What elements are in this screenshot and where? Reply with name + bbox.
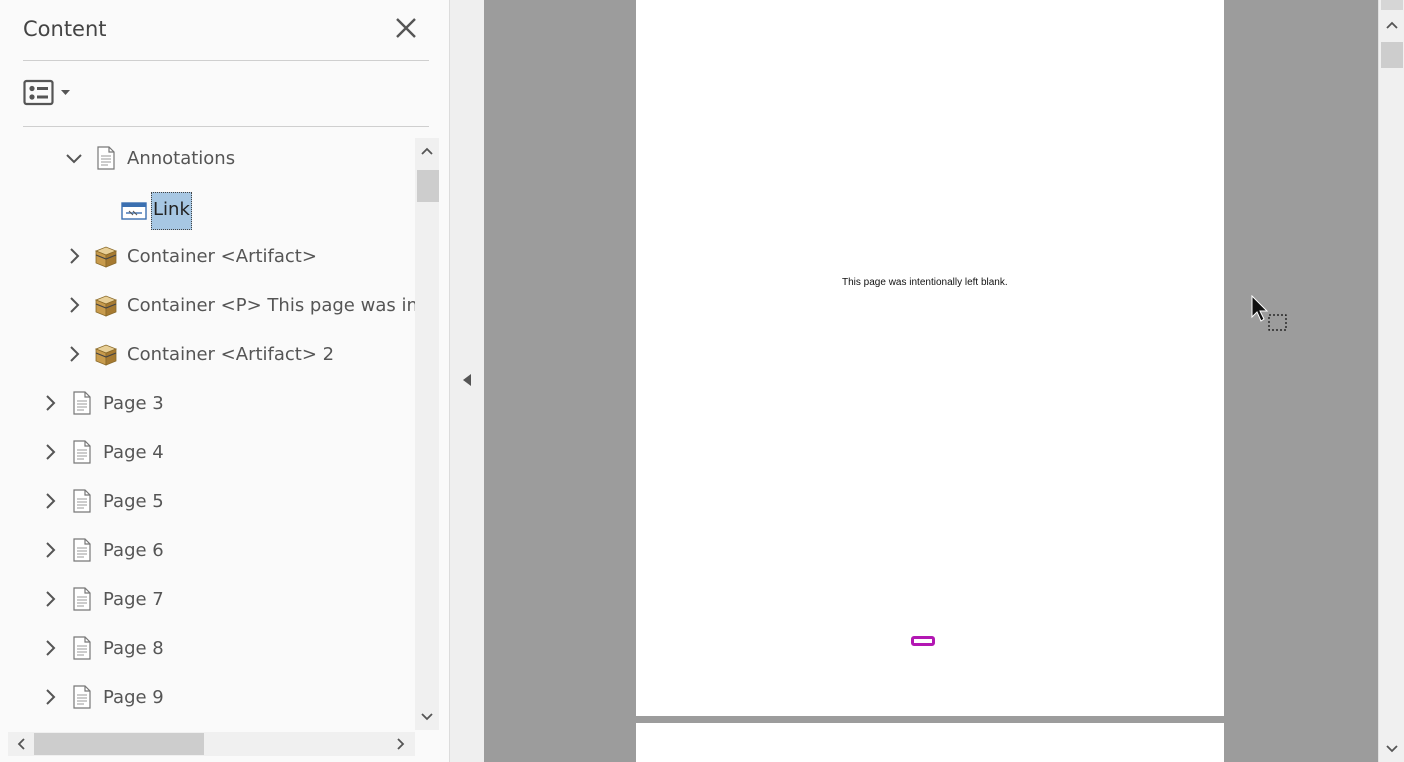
panel-title: Content	[23, 17, 107, 41]
scroll-down-button[interactable]	[1379, 738, 1404, 760]
document-page[interactable]: This page was intentionally left blank.	[636, 0, 1287, 716]
tree-item-label: Page 5	[103, 490, 164, 512]
tree-item-page-6[interactable]: Page 6	[40, 530, 164, 570]
close-panel-button[interactable]	[393, 15, 419, 41]
scroll-thumb[interactable]	[417, 170, 439, 202]
chevron-left-icon	[17, 738, 25, 750]
tree-item-page-4[interactable]: Page 4	[40, 432, 164, 472]
next-document-page[interactable]	[636, 723, 1224, 762]
tree-horizontal-scrollbar[interactable]	[8, 732, 415, 756]
tree-item-page-3[interactable]: Page 3	[40, 383, 164, 423]
chevron-right-icon[interactable]	[40, 442, 60, 462]
scroll-up-button[interactable]	[415, 140, 439, 162]
page-text: This page was intentionally left blank.	[842, 277, 1008, 288]
page-icon	[73, 489, 91, 513]
container-box-icon	[94, 295, 118, 317]
tree-item-label: Page 7	[103, 588, 164, 610]
chevron-right-icon	[397, 738, 405, 750]
tree-item-label: Page 4	[103, 441, 164, 463]
caret-left-icon	[463, 374, 471, 386]
chevron-down-icon	[421, 713, 433, 721]
tree-item-label: Container <P> This page was intentionall…	[127, 294, 415, 316]
page-icon	[73, 538, 91, 562]
page-icon	[97, 146, 115, 170]
tree-item-label: Link	[151, 192, 192, 230]
page-icon	[73, 685, 91, 709]
tree-item-label: Container <Artifact> 2	[127, 343, 335, 365]
tree-item-link[interactable]: Link	[121, 187, 192, 235]
chevron-up-icon	[1386, 21, 1398, 29]
chevron-right-icon[interactable]	[40, 589, 60, 609]
page-icon	[73, 391, 91, 415]
tree-item-label: Page 9	[103, 686, 164, 708]
chevron-right-icon[interactable]	[40, 393, 60, 413]
page-icon	[73, 587, 91, 611]
chevron-right-icon[interactable]	[40, 638, 60, 658]
close-icon	[396, 18, 416, 38]
tree-item-page-8[interactable]: Page 8	[40, 628, 164, 668]
page-icon	[73, 636, 91, 660]
tree-item-container-artifact[interactable]: Container <Artifact>	[64, 236, 317, 276]
tree-item-page-9[interactable]: Page 9	[40, 677, 164, 717]
chevron-down-icon	[1386, 745, 1398, 753]
divider	[23, 60, 429, 61]
tree-item-label: Page 8	[103, 637, 164, 659]
tree-item-label: Page 3	[103, 392, 164, 414]
scroll-down-button[interactable]	[415, 706, 439, 728]
container-box-icon	[94, 246, 118, 268]
chevron-right-icon[interactable]	[40, 540, 60, 560]
chevron-right-icon[interactable]	[64, 295, 84, 315]
tree-item-container-p[interactable]: Container <P> This page was intentionall…	[64, 285, 415, 325]
tree-item-page-5[interactable]: Page 5	[40, 481, 164, 521]
link-annotation-icon	[121, 202, 147, 220]
divider	[23, 126, 429, 127]
tree-vertical-scrollbar[interactable]	[415, 138, 439, 730]
document-view[interactable]: This page was intentionally left blank.	[484, 0, 1378, 762]
tree-item-container-artifact-2[interactable]: Container <Artifact> 2	[64, 334, 334, 374]
link-annotation-marker[interactable]	[911, 636, 935, 646]
page-icon	[73, 440, 91, 464]
tree-item-page-7[interactable]: Page 7	[40, 579, 164, 619]
scroll-thumb[interactable]	[1381, 42, 1403, 68]
container-box-icon	[94, 344, 118, 366]
document-vertical-scrollbar[interactable]	[1378, 0, 1404, 762]
list-options-icon	[23, 79, 70, 106]
tree-item-label: Page 6	[103, 539, 164, 561]
content-panel: Content Annotations Link Container <Arti…	[0, 0, 450, 762]
scroll-left-button[interactable]	[10, 732, 32, 756]
chevron-down-icon[interactable]	[64, 148, 84, 168]
content-tree: Annotations Link Container <Artifact> Co…	[0, 138, 415, 728]
options-menu-button[interactable]	[23, 79, 75, 107]
scroll-track-cap	[1381, 0, 1403, 10]
tree-item-label: Annotations	[127, 147, 236, 169]
scroll-right-button[interactable]	[390, 732, 412, 756]
chevron-up-icon	[421, 147, 433, 155]
chevron-right-icon[interactable]	[64, 246, 84, 266]
scroll-thumb[interactable]	[34, 733, 204, 755]
chevron-right-icon[interactable]	[40, 491, 60, 511]
mouse-cursor-icon	[1251, 295, 1287, 331]
tree-item-label: Container <Artifact>	[127, 245, 317, 267]
scroll-up-button[interactable]	[1379, 14, 1404, 36]
chevron-right-icon[interactable]	[64, 344, 84, 364]
collapse-panel-handle[interactable]	[450, 0, 484, 762]
tree-item-annotations[interactable]: Annotations	[64, 138, 235, 178]
chevron-right-icon[interactable]	[40, 687, 60, 707]
